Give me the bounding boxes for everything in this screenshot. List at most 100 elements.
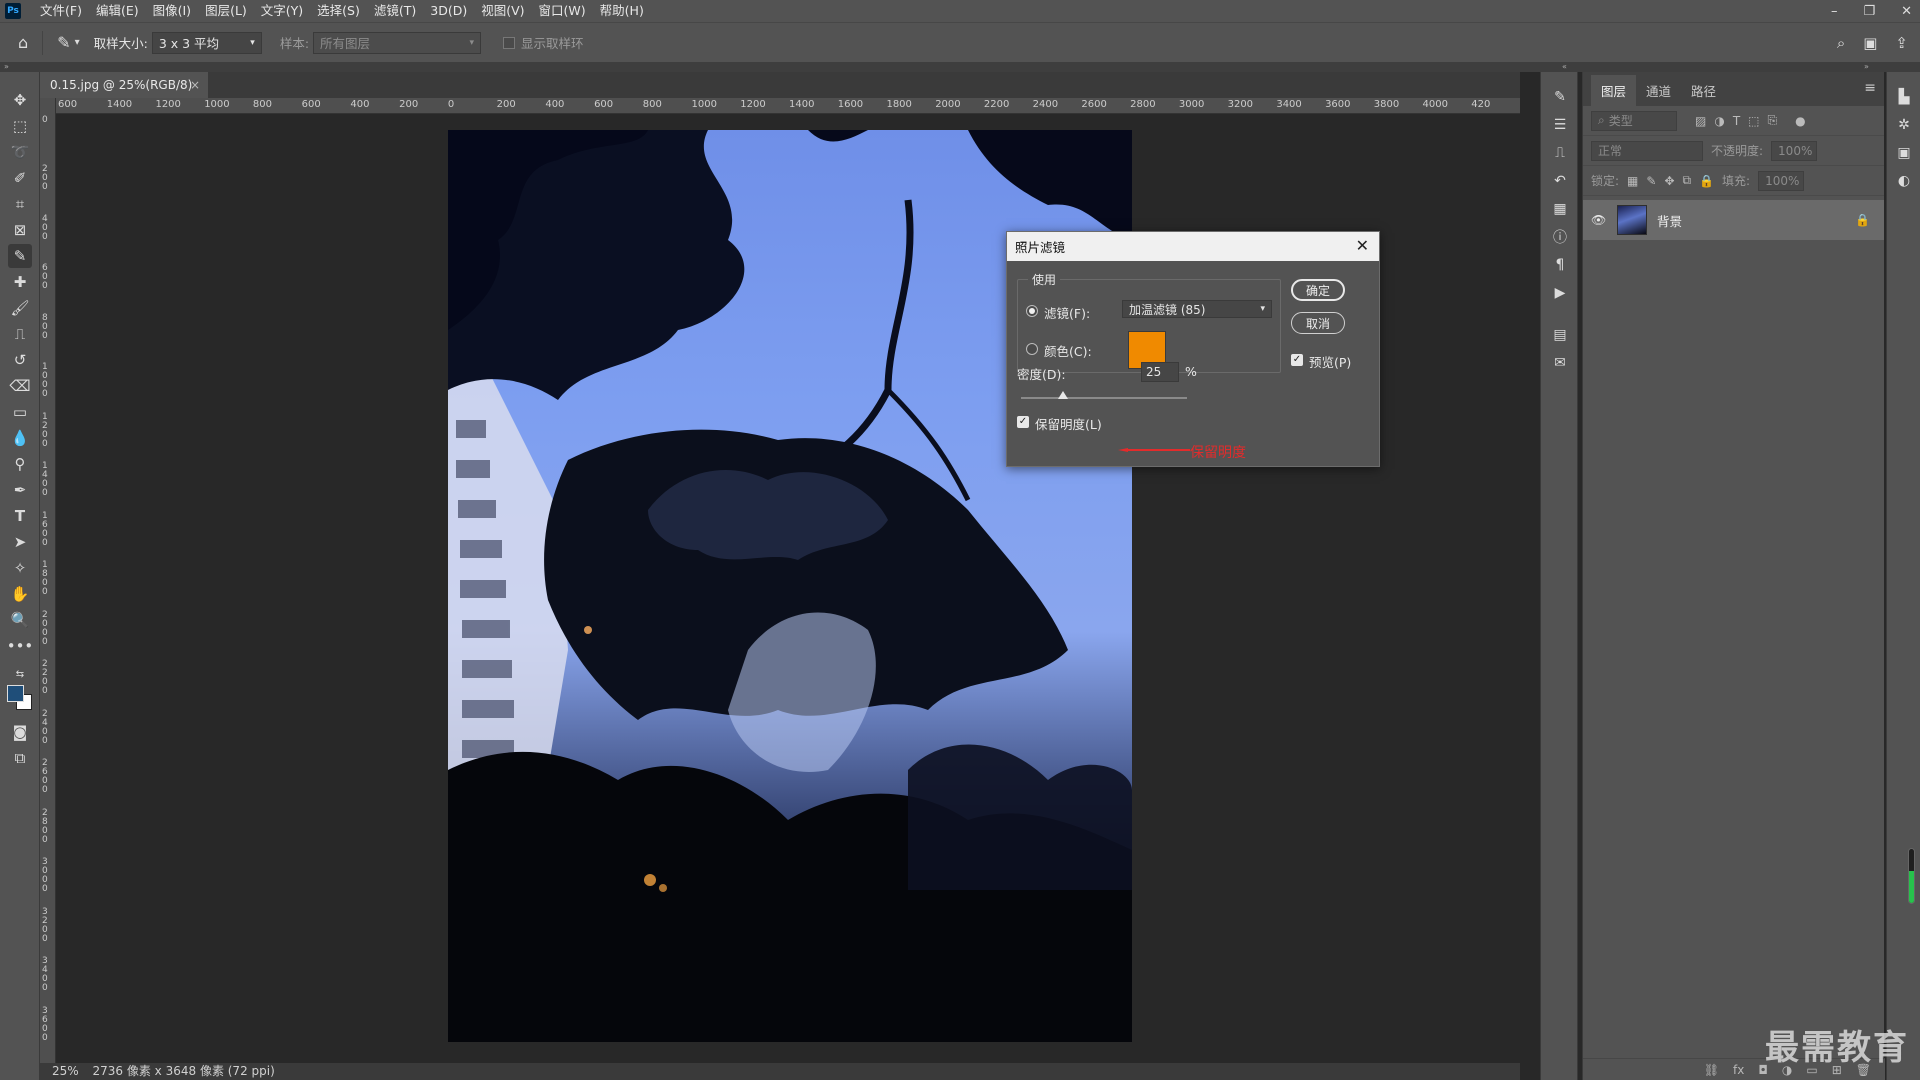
cancel-button[interactable]: 取消 [1291,312,1345,334]
opacity-input[interactable]: 100% [1771,140,1818,161]
menu-filter[interactable]: 滤镜(T) [367,0,423,22]
histogram-icon[interactable]: ▙ [1893,86,1915,108]
adjustments-icon[interactable]: ☰ [1549,114,1571,136]
character-icon[interactable]: ¶ [1549,254,1571,276]
lasso-tool-icon[interactable]: ➰ [8,140,32,164]
filter-select[interactable]: 加温滤镜 (85) ▾ [1122,300,1272,318]
menu-edit[interactable]: 编辑(E) [89,0,146,22]
crop-tool-icon[interactable]: ⌗ [8,192,32,216]
menu-layer[interactable]: 图层(L) [198,0,254,22]
filter-pixel-icon[interactable]: ▨ [1695,114,1706,128]
close-tab-icon[interactable]: × [190,72,200,98]
marquee-tool-icon[interactable]: ⬚ [8,114,32,138]
filter-toggle-icon[interactable]: ● [1795,114,1805,128]
density-slider-thumb[interactable] [1057,391,1068,399]
tool-preset-chevron-icon[interactable]: ▾ [75,37,80,48]
dodge-tool-icon[interactable]: ⚲ [8,452,32,476]
lock-all-icon[interactable]: 🔒 [1699,174,1714,188]
lock-artboard-icon[interactable]: ⧉ [1683,173,1692,188]
history-icon[interactable]: ↶ [1549,170,1571,192]
restore-icon[interactable]: ❐ [1863,4,1875,19]
tab-channels[interactable]: 通道 [1636,75,1681,106]
menu-file[interactable]: 文件(F) [33,0,89,22]
tab-paths[interactable]: 路径 [1681,75,1726,106]
eyedropper-tool-icon[interactable]: ✎ [8,244,32,268]
swatches-icon[interactable]: ▣ [1893,142,1915,164]
collapse-right-icon[interactable]: » [1864,62,1869,72]
menu-select[interactable]: 选择(S) [310,0,367,22]
shape-tool-icon[interactable]: ✧ [8,556,32,580]
color-radio[interactable] [1026,343,1038,355]
menu-3d[interactable]: 3D(D) [423,0,474,22]
document-tab[interactable]: 0.15.jpg @ 25%(RGB/8) × [40,72,208,98]
home-icon[interactable]: ⌂ [18,33,28,52]
sample-select[interactable]: 所有图层 ▾ [313,31,482,54]
minimize-icon[interactable]: – [1831,4,1838,19]
filter-shape-icon[interactable]: ⬚ [1748,114,1759,128]
eraser-tool-icon[interactable]: ⌫ [8,374,32,398]
preview-checkbox[interactable]: ✓ [1291,354,1303,366]
menu-image[interactable]: 图像(I) [146,0,198,22]
quick-select-tool-icon[interactable]: ✐ [8,166,32,190]
foreground-color-swatch[interactable] [7,685,24,702]
gradient-tool-icon[interactable]: ▭ [8,400,32,424]
lock-image-icon[interactable]: ✎ [1646,174,1656,188]
filter-adjustment-icon[interactable]: ◑ [1714,114,1724,128]
color-icon[interactable]: ◐ [1893,170,1915,192]
hand-tool-icon[interactable]: ✋ [8,582,32,606]
layer-row[interactable]: 👁 背景 🔒 [1583,200,1884,240]
menu-window[interactable]: 窗口(W) [532,0,593,22]
search-icon[interactable]: ⌕ [1837,34,1845,52]
eyedropper-tool-icon[interactable]: ✎ [57,33,70,52]
tab-layers[interactable]: 图层 [1591,75,1637,106]
density-input[interactable]: 25 [1141,362,1179,382]
panel-menu-icon[interactable]: ≡ [1864,80,1876,96]
layer-filter-select[interactable]: ⌕ 类型 [1591,110,1677,131]
sample-size-select[interactable]: 3 x 3 平均 ▾ [151,31,262,54]
move-tool-icon[interactable]: ✥ [8,88,32,112]
info-icon[interactable]: ⓘ [1549,226,1571,248]
filter-smart-icon[interactable]: ⎘ [1768,113,1778,128]
libraries-icon[interactable]: ▤ [1549,324,1571,346]
navigator-icon[interactable]: ✲ [1893,114,1915,136]
quick-mask-icon[interactable]: ◙ [8,720,32,744]
eye-icon[interactable]: 👁 [1591,213,1609,227]
lock-transparent-icon[interactable]: ▦ [1627,174,1638,188]
fill-input[interactable]: 100% [1758,170,1805,191]
filter-radio[interactable] [1026,305,1038,317]
menu-view[interactable]: 视图(V) [474,0,531,22]
history-brush-tool-icon[interactable]: ↺ [8,348,32,372]
filter-type-icon[interactable]: T [1733,114,1740,128]
close-window-icon[interactable]: ✕ [1901,4,1912,19]
clone-source-icon[interactable]: ⎍ [1549,142,1571,164]
zoom-tool-icon[interactable]: 🔍 [8,608,32,632]
brush-settings-icon[interactable]: ✎ [1549,86,1571,108]
pen-tool-icon[interactable]: ✒ [8,478,32,502]
expand-left-icon[interactable]: » [4,62,9,71]
show-ring-checkbox[interactable] [503,36,516,49]
screen-mode-icon[interactable]: ⧉ [8,746,32,770]
path-select-tool-icon[interactable]: ➤ [8,530,32,554]
collapse-panels-icon[interactable]: « [1562,62,1567,72]
menu-type[interactable]: 文字(Y) [254,0,310,22]
lock-position-icon[interactable]: ✥ [1664,174,1674,188]
link-icon[interactable]: ⛓ [1704,1063,1719,1077]
clone-stamp-tool-icon[interactable]: ⎍ [8,322,32,346]
swap-colors-icon[interactable]: ⇆ [8,662,32,686]
actions-icon[interactable]: ▶ [1549,282,1571,304]
preserve-luminosity-checkbox[interactable]: ✓ [1017,416,1029,428]
dialog-close-icon[interactable]: ✕ [1356,236,1369,255]
fx-icon[interactable]: fx [1733,1063,1744,1077]
menu-help[interactable]: 帮助(H) [593,0,651,22]
blend-mode-select[interactable]: 正常 [1591,140,1703,161]
healing-brush-tool-icon[interactable]: ✚ [8,270,32,294]
share-icon[interactable]: ⇪ [1895,34,1908,52]
status-info[interactable]: 2736 像素 x 3648 像素 (72 ppi) [93,1064,275,1078]
type-tool-icon[interactable]: T [8,504,32,528]
status-zoom[interactable]: 25% [52,1064,79,1078]
workspace-icon[interactable]: ▣ [1863,34,1877,52]
blur-tool-icon[interactable]: 💧 [8,426,32,450]
more-tools-icon[interactable]: ••• [7,634,34,658]
lock-icon[interactable]: 🔒 [1855,213,1870,227]
frame-tool-icon[interactable]: ⊠ [8,218,32,242]
